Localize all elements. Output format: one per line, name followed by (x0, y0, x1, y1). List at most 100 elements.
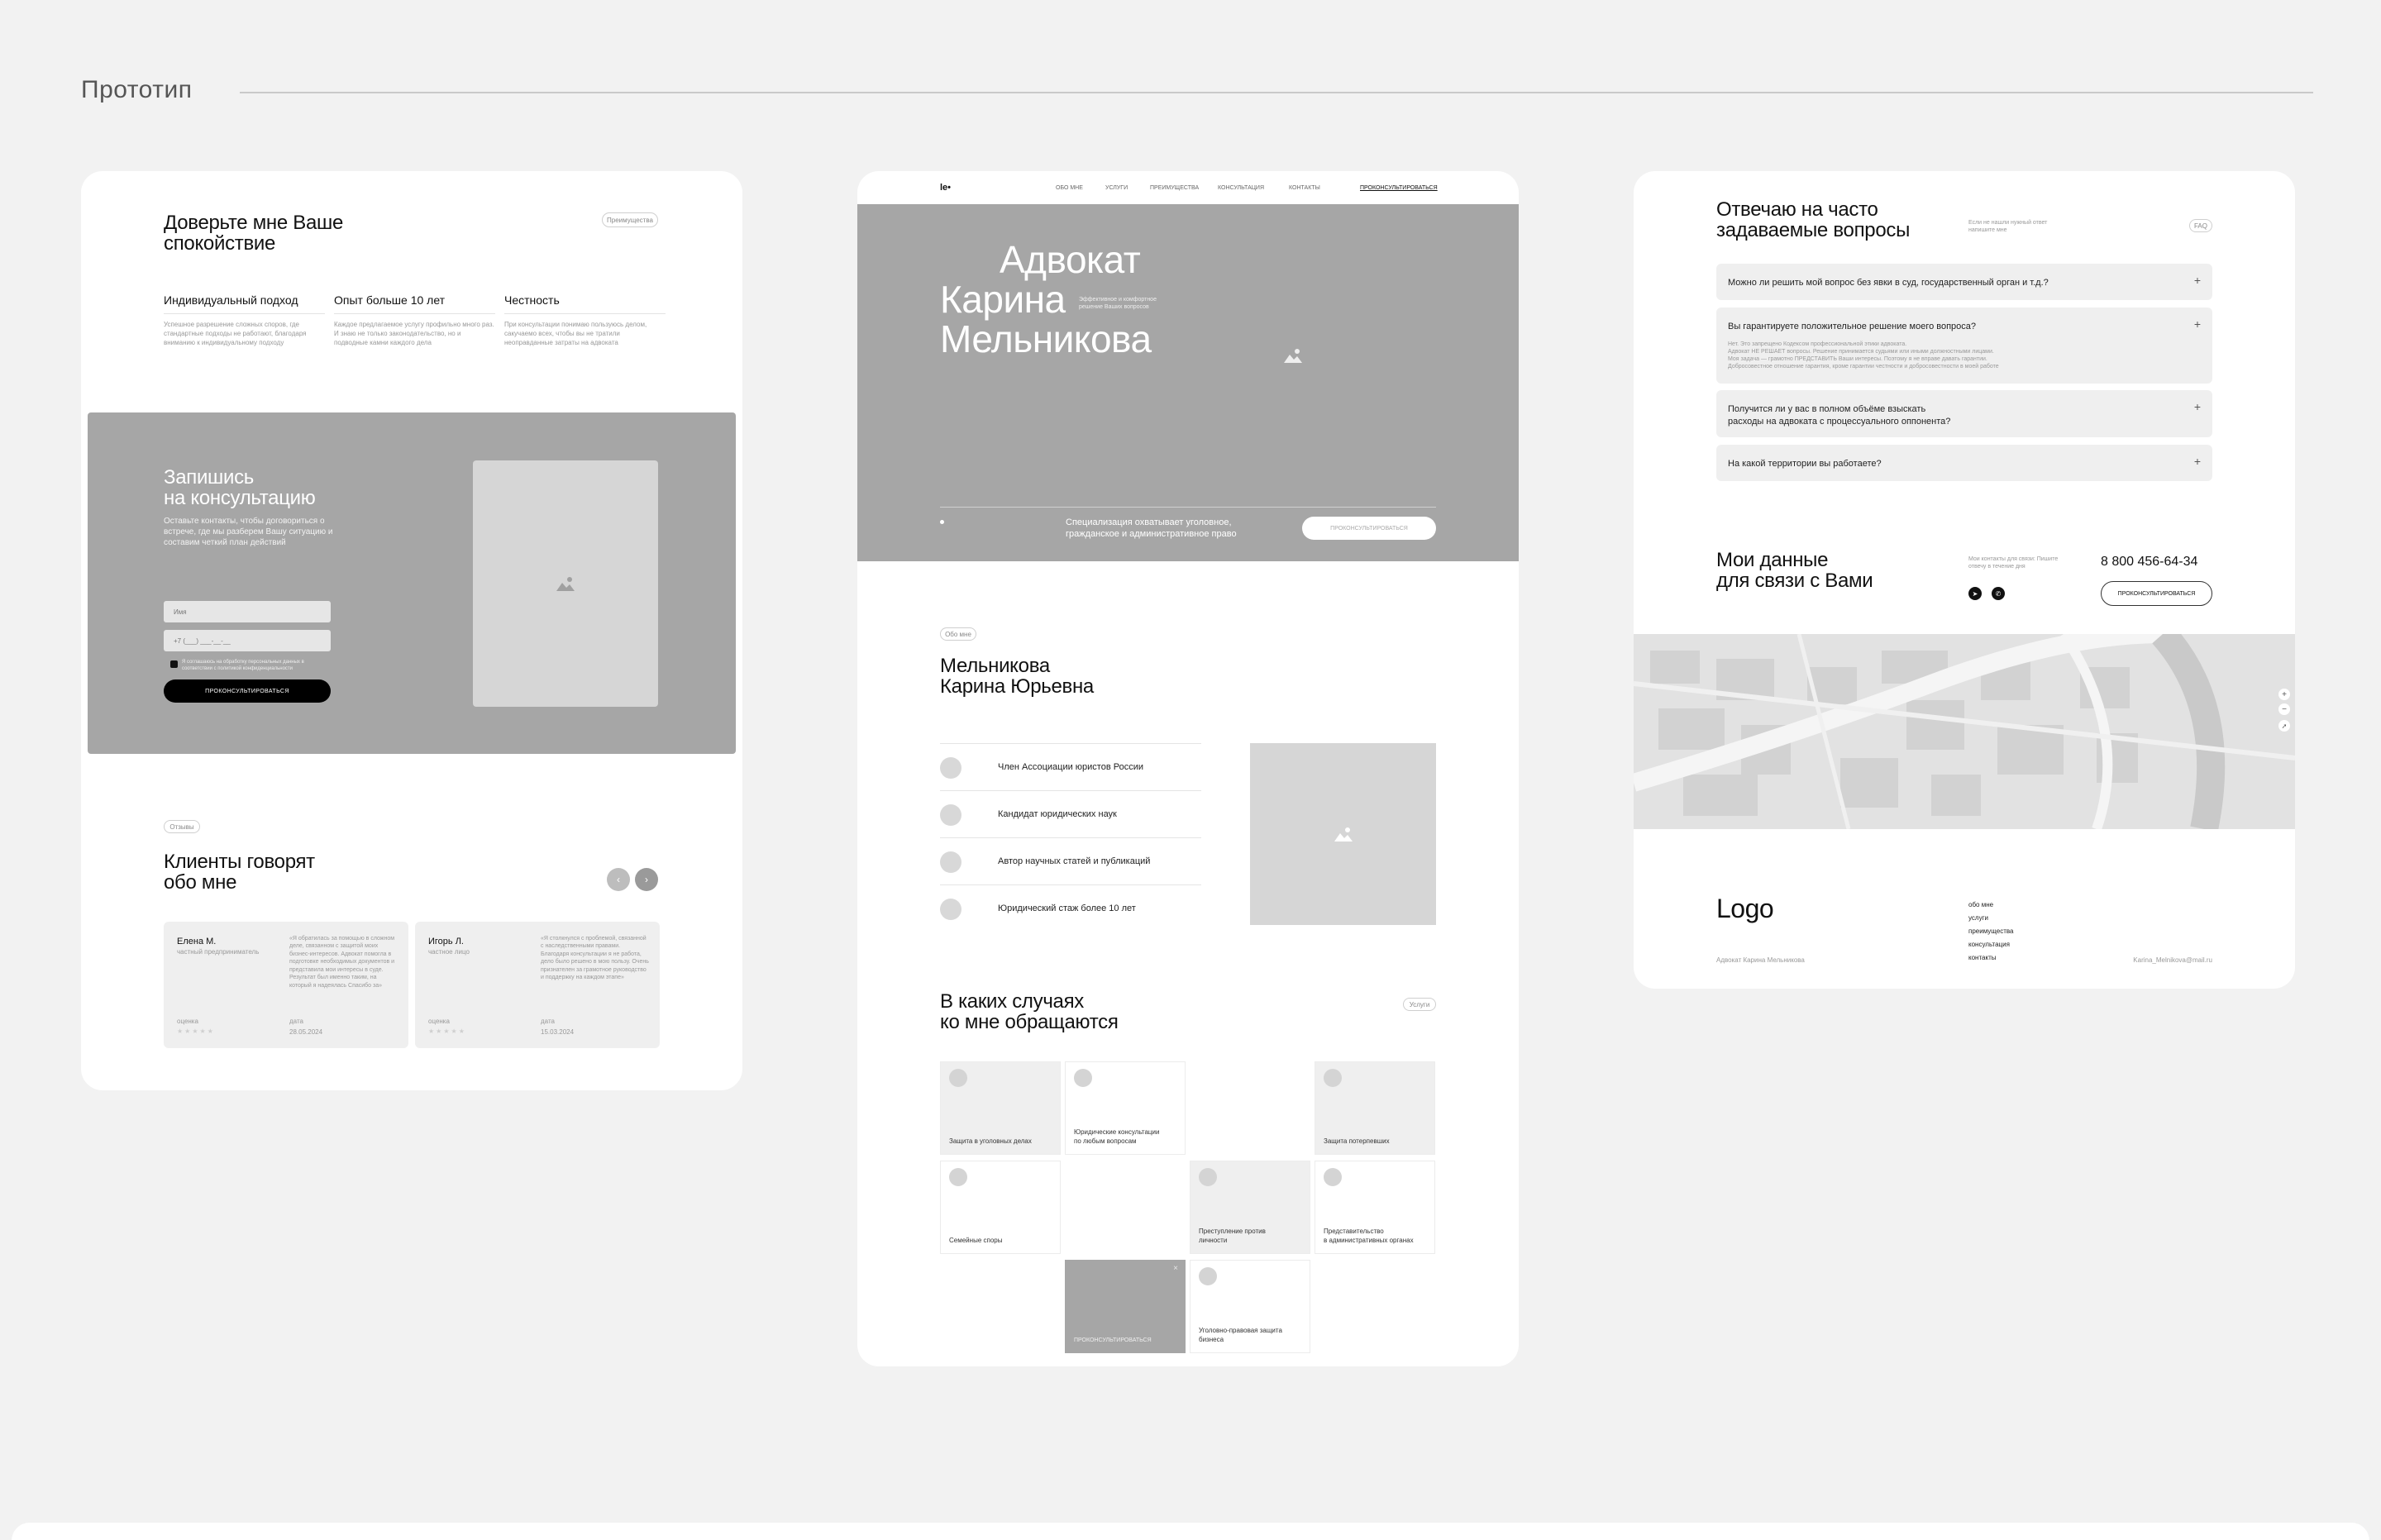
cases-title: В каких случаях ко мне обращаются (940, 990, 1119, 1034)
map-graphic (1634, 634, 2295, 829)
zoom-in-button[interactable]: + (2278, 689, 2290, 700)
reviewer-name: Игорь Л. (428, 937, 464, 946)
image-icon (556, 577, 575, 591)
service-tile[interactable]: Защита потерпевших (1315, 1061, 1435, 1155)
footer-link-benefits[interactable]: преимущества (1968, 925, 2014, 938)
faq-item-expanded[interactable]: Вы гарантируете положительное решение мо… (1716, 308, 2212, 384)
footer-logo[interactable]: Logo (1716, 894, 1774, 924)
nav-consult-link[interactable]: ПРОКОНСУЛЬТИРОВАТЬСЯ (1360, 185, 1438, 191)
prev-arrow-button[interactable]: ‹ (607, 868, 630, 891)
nav-item-benefits[interactable]: ПРЕИМУЩЕСТВА (1150, 185, 1199, 191)
faq-item[interactable]: На какой территории вы работаете? + (1716, 445, 2212, 481)
service-label: Защита в уголовных делах (949, 1137, 1032, 1145)
next-arrow-button[interactable]: › (635, 868, 658, 891)
benefit-1: Индивидуальный подход Успешное разрешени… (164, 293, 325, 347)
date-label: дата (541, 1018, 555, 1025)
nav-item-about[interactable]: ОБО МНЕ (1056, 185, 1083, 191)
service-tile[interactable]: Представительство в административных орг… (1315, 1161, 1435, 1254)
contacts-subtitle: Мои контакты для связи: Пишите отвечу в … (1968, 556, 2059, 570)
rating-stars: ★★★★★ (177, 1027, 215, 1035)
locate-icon[interactable]: ➚ (2278, 720, 2290, 732)
footer-email[interactable]: Karina_Melnikova@mail.ru (2133, 956, 2212, 965)
footer-link-contacts[interactable]: контакты (1968, 951, 2014, 965)
about-image-placeholder (1250, 743, 1436, 925)
telegram-icon[interactable]: ➤ (1968, 587, 1982, 600)
achievement-text: Кандидат юридических наук (998, 809, 1117, 819)
benefit-title: Опыт больше 10 лет (334, 293, 495, 314)
services-pill: Услуги (1403, 998, 1436, 1011)
faq-subtitle: Если не нашли нужный ответ напишите мне (1968, 220, 2048, 234)
signup-text: Оставьте контакты, чтобы договориться о … (164, 517, 333, 547)
signup-title: Запишись на консультацию (164, 466, 316, 510)
review-card: Игорь Л. частное лицо «Я столкнулся с пр… (415, 922, 660, 1048)
nav-item-consultation[interactable]: КОНСУЛЬТАЦИЯ (1218, 185, 1264, 191)
service-label: Представительство в административных орг… (1324, 1228, 1414, 1244)
review-date: 28.05.2024 (289, 1028, 323, 1036)
zoom-out-button[interactable]: − (2278, 703, 2290, 715)
name-input[interactable] (164, 601, 331, 622)
faq-question: Получится ли у вас в полном объёме взыск… (1728, 404, 1951, 427)
benefit-text: При консультации понимаю пользуюсь делом… (504, 321, 647, 346)
reviews-title: Клиенты говорят обо мне (164, 851, 315, 894)
middle-card: le• ОБО МНЕ УСЛУГИ ПРЕИМУЩЕСТВА КОНСУЛЬТ… (857, 171, 1519, 1366)
service-tile[interactable]: Юридические консультации по любым вопрос… (1065, 1061, 1186, 1155)
service-label: Семейные споры (949, 1236, 1003, 1244)
footer-link-about[interactable]: обо мне (1968, 899, 2014, 912)
service-tile[interactable]: Семейные споры (940, 1161, 1061, 1254)
about-name: Мельникова Карина Юрьевна (940, 655, 1094, 698)
footer-link-services[interactable]: услуги (1968, 912, 2014, 925)
hero-consult-button[interactable]: ПРОКОНСУЛЬТИРОВАТЬСЯ (1302, 517, 1436, 540)
service-consult-tile[interactable]: × ПРОКОНСУЛЬТИРОВАТЬСЯ (1065, 1260, 1186, 1353)
hero-slide-dot[interactable] (940, 520, 944, 524)
hero-title-line2: Карина (940, 278, 1066, 321)
service-icon (1324, 1168, 1342, 1186)
plus-icon[interactable]: + (2194, 317, 2201, 331)
rating-stars: ★★★★★ (428, 1027, 466, 1035)
consent-text: Я соглашаюсь на обработку персональных д… (182, 660, 304, 671)
whatsapp-icon[interactable]: ✆ (1992, 587, 2005, 600)
consent-checkbox[interactable] (170, 660, 178, 668)
image-icon (1334, 827, 1353, 842)
hero-divider (940, 507, 1436, 508)
faq-answer: Нет. Это запрещено Кодексом профессионал… (1728, 341, 1999, 370)
footer-links: обо мне услуги преимущества консультация… (1968, 899, 2014, 965)
achievement-text: Автор научных статей и публикаций (998, 856, 1151, 866)
service-tile[interactable]: Преступление против личности (1190, 1161, 1310, 1254)
faq-item[interactable]: Получится ли у вас в полном объёме взыск… (1716, 390, 2212, 437)
trust-title: Доверьте мне Ваше спокойствие (164, 212, 344, 255)
benefit-title: Индивидуальный подход (164, 293, 325, 314)
service-label: Юридические консультации по любым вопрос… (1074, 1128, 1160, 1145)
contacts-title: Мои данные для связи с Вами (1716, 549, 1873, 593)
plus-icon[interactable]: + (2194, 455, 2201, 468)
plus-icon[interactable]: + (2194, 274, 2201, 287)
nav-item-services[interactable]: УСЛУГИ (1105, 185, 1128, 191)
title-divider (240, 92, 2313, 93)
image-icon (1284, 349, 1302, 363)
specialization-text: Специализация охватывает уголовное, граж… (1066, 517, 1237, 540)
service-label: Защита потерпевших (1324, 1137, 1390, 1145)
map[interactable]: + − ➚ (1634, 634, 2295, 829)
footer-link-consultation[interactable]: консультация (1968, 938, 2014, 951)
close-icon[interactable]: × (1173, 1264, 1178, 1273)
service-tile[interactable]: Уголовно-правовая защита бизнеса (1190, 1260, 1310, 1353)
signup-consult-button[interactable]: ПРОКОНСУЛЬТИРОВАТЬСЯ (164, 679, 331, 703)
reviews-pill: Отзывы (164, 820, 200, 833)
plus-icon[interactable]: + (2194, 400, 2201, 413)
review-text: «Я обратилась за помощью в сложном деле,… (289, 936, 395, 989)
achievement-row: Автор научных статей и публикаций (940, 837, 1201, 884)
signup-section: Запишись на консультацию Оставьте контак… (88, 412, 736, 754)
faq-title: Отвечаю на часто задаваемые вопросы (1716, 198, 1911, 242)
nav-item-contacts[interactable]: КОНТАКТЫ (1289, 185, 1320, 191)
contacts-consult-button[interactable]: ПРОКОНСУЛЬТИРОВАТЬСЯ (2101, 581, 2212, 606)
reviewer-name: Елена М. (177, 937, 217, 946)
achievement-text: Юридический стаж более 10 лет (998, 903, 1136, 913)
service-tile[interactable]: Защита в уголовных делах (940, 1061, 1061, 1155)
faq-item[interactable]: Можно ли решить мой вопрос без явки в су… (1716, 264, 2212, 300)
phone-input[interactable] (164, 630, 331, 651)
site-logo[interactable]: le• (940, 183, 951, 193)
contact-phone[interactable]: 8 800 456-64-34 (2101, 555, 2197, 570)
hero-title-line1: Адвокат (1000, 238, 1141, 281)
right-card: Отвечаю на часто задаваемые вопросы Если… (1634, 171, 2295, 989)
faq-question: На какой территории вы работаете? (1728, 459, 1882, 469)
rating-label: оценка (428, 1018, 450, 1025)
